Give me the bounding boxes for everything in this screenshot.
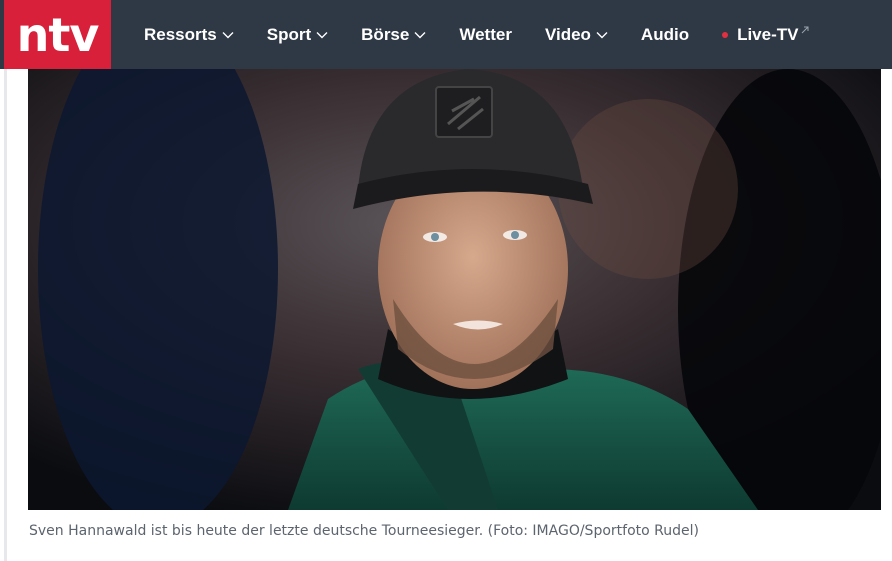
ntv-logo[interactable]: ntv	[4, 0, 111, 69]
nav-item-video[interactable]: Video	[545, 25, 608, 45]
scrollbar-track[interactable]	[881, 69, 892, 561]
nav-item-label: Video	[544, 24, 591, 44]
photo-caption: Sven Hannawald ist bis heute der letzte …	[29, 523, 699, 539]
nav-item-label: Ressorts	[144, 24, 217, 44]
nav-item-label: Börse	[361, 24, 410, 44]
live-indicator-dot	[722, 31, 729, 38]
nav-item-ressorts[interactable]: Ressorts	[144, 25, 234, 45]
nav-item-label: Sport	[266, 24, 312, 44]
chevron-down-icon	[316, 31, 328, 38]
article-photo[interactable]	[28, 69, 881, 510]
photo-illustration	[28, 69, 881, 510]
nav-item-wetter[interactable]: Wetter	[459, 25, 512, 45]
chevron-down-icon	[222, 31, 234, 38]
main-menu: Ressorts Sport Börse Wetter Video Audio …	[144, 0, 842, 69]
nav-item-label: Live-TV	[737, 24, 799, 44]
content-edge-rule	[4, 69, 7, 561]
top-navigation: ntv Ressorts Sport Börse Wetter Video Au…	[0, 0, 892, 69]
chevron-down-icon	[596, 31, 608, 38]
nav-item-audio[interactable]: Audio	[641, 25, 689, 45]
nav-item-sport[interactable]: Sport	[267, 25, 328, 45]
chevron-down-icon	[414, 31, 426, 38]
logo-text: ntv	[16, 7, 100, 62]
nav-item-label: Audio	[640, 24, 690, 44]
nav-item-live-tv[interactable]: Live-TV	[722, 25, 809, 45]
external-link-icon	[802, 26, 809, 33]
nav-item-boerse[interactable]: Börse	[361, 25, 426, 45]
nav-item-label: Wetter	[459, 24, 512, 44]
